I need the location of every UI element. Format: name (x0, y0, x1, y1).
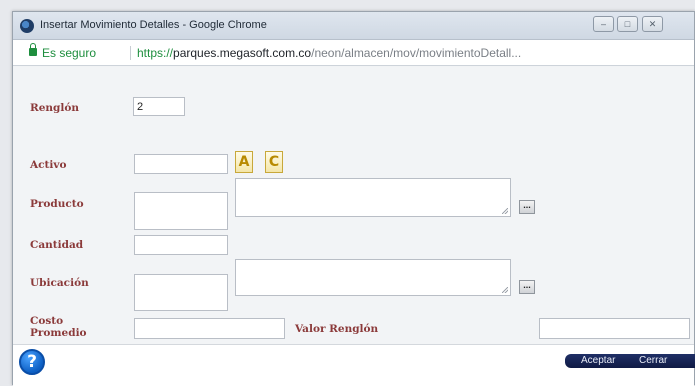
activo-a-button[interactable]: A (235, 151, 253, 173)
close-window-button[interactable]: ✕ (642, 16, 663, 32)
accept-button[interactable]: Aceptar (581, 355, 615, 367)
window-title: Insertar Movimiento Detalles - Google Ch… (40, 19, 267, 31)
renglon-input[interactable] (133, 97, 185, 116)
url-scheme: https:// (137, 46, 174, 60)
costo-promedio-label-line2: Promedio (30, 327, 87, 339)
title-bar[interactable]: Insertar Movimiento Detalles - Google Ch… (13, 12, 694, 40)
producto-code-input[interactable] (134, 192, 228, 230)
ubicacion-lookup-button[interactable]: ... (519, 280, 535, 294)
renglon-label: Renglón (30, 102, 80, 114)
cantidad-input[interactable] (134, 235, 228, 255)
help-icon[interactable]: ? (19, 349, 45, 375)
maximize-button[interactable]: □ (617, 16, 638, 32)
producto-lookup-button[interactable]: ... (519, 200, 535, 214)
url-host: parques.megasoft.com.co (173, 46, 312, 60)
costo-promedio-label-line1: Costo (30, 315, 64, 327)
chrome-icon (20, 19, 34, 33)
ubicacion-code-input[interactable] (134, 274, 228, 311)
activo-input[interactable] (134, 154, 228, 174)
activo-label: Activo (30, 159, 67, 171)
footer-bar: ? Aceptar Cerrar (13, 344, 695, 386)
costo-promedio-input[interactable] (134, 318, 285, 339)
producto-label: Producto (30, 198, 84, 210)
action-bar: Aceptar Cerrar (565, 354, 695, 368)
url-text[interactable]: https://parques.megasoft.com.co/neon/alm… (137, 46, 521, 60)
secure-label[interactable]: Es seguro (42, 46, 96, 60)
cantidad-label: Cantidad (30, 239, 84, 251)
producto-description-textarea[interactable] (235, 178, 511, 217)
close-button[interactable]: Cerrar (639, 355, 667, 367)
popup-window: Insertar Movimiento Detalles - Google Ch… (12, 11, 695, 386)
ubicacion-description-textarea[interactable] (235, 259, 511, 296)
form-content: Renglón Activo A C Producto ... Cantidad… (13, 67, 694, 344)
address-divider (130, 46, 131, 60)
minimize-button[interactable]: – (593, 16, 614, 32)
valor-renglon-label: Valor Renglón (295, 323, 379, 335)
lock-icon[interactable] (29, 43, 37, 56)
url-path: /neon/almacen/mov/movimientoDetall... (311, 46, 522, 60)
address-bar[interactable]: Es seguro https://parques.megasoft.com.c… (13, 40, 694, 66)
ubicacion-label: Ubicación (30, 277, 89, 289)
valor-renglon-input[interactable] (539, 318, 690, 339)
activo-c-button[interactable]: C (265, 151, 283, 173)
